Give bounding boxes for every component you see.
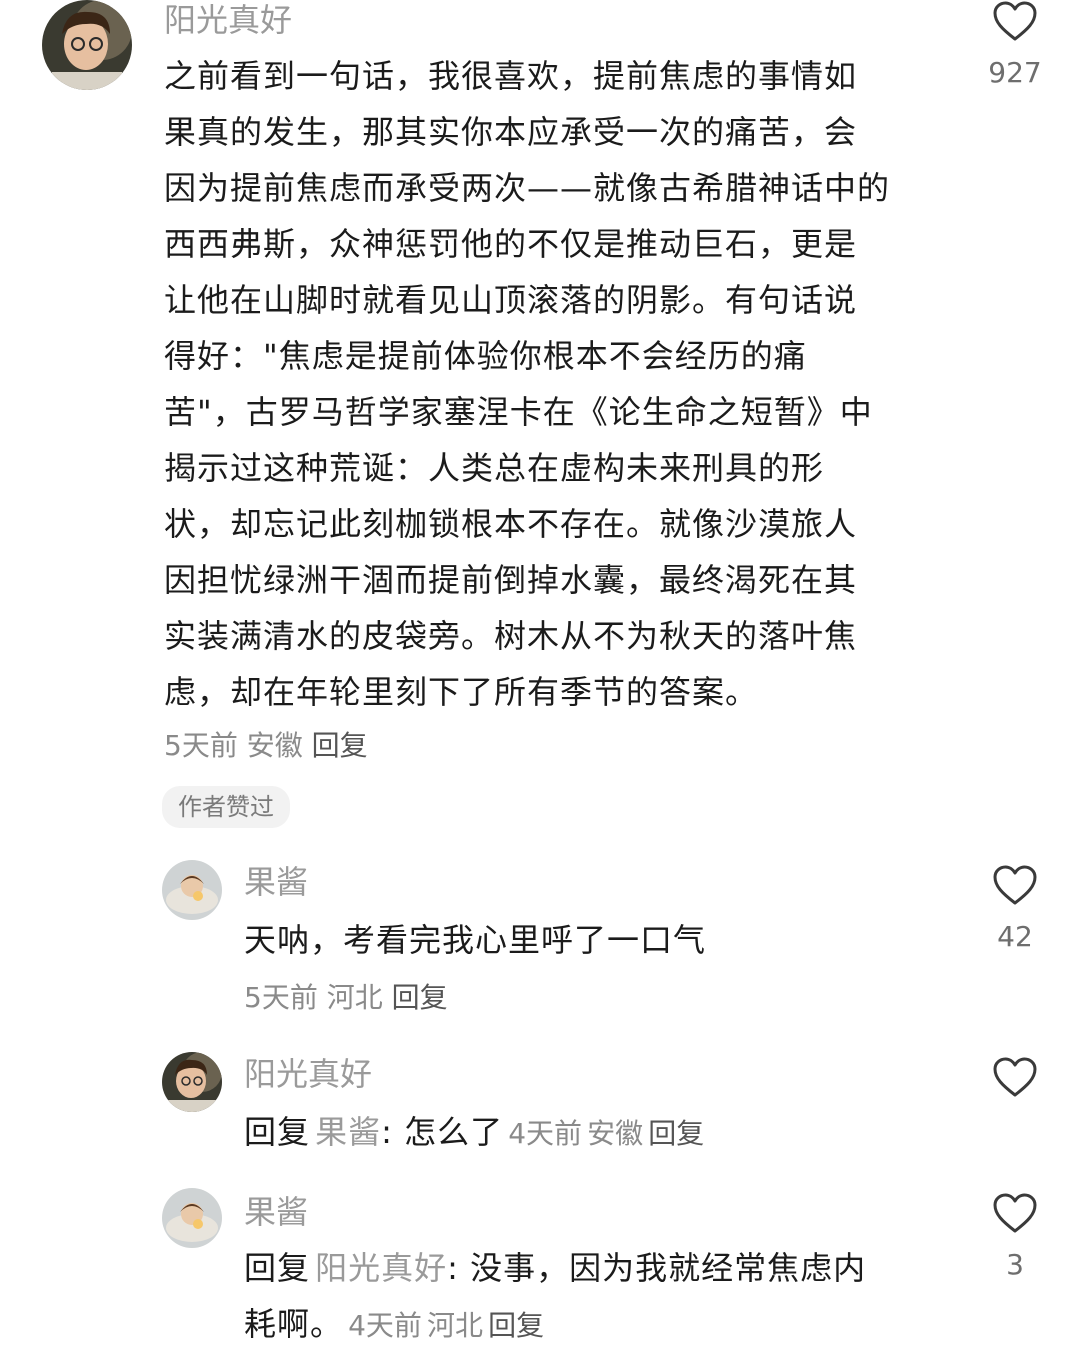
reply-body: 回复 果酱: 怎么了 4天前 安徽 回复 bbox=[244, 1104, 704, 1166]
like-count: 927 bbox=[988, 56, 1042, 89]
reply-time: 4天前 bbox=[348, 1309, 422, 1342]
comment-line: 因为提前焦虑而承受两次——就像古希腊神话中的 bbox=[164, 169, 891, 207]
like-button[interactable] bbox=[975, 0, 1055, 46]
heart-outline-icon bbox=[993, 865, 1037, 905]
comment-line: 因担忧绿洲干涸而提前倒掉水囊，最终渴死在其 bbox=[164, 561, 858, 599]
heart-outline-icon bbox=[993, 1, 1037, 41]
like-count: 3 bbox=[1006, 1248, 1024, 1281]
comment-line: 苦"，古罗马哲学家塞涅卡在《论生命之短暂》中 bbox=[164, 393, 873, 431]
heart-outline-icon bbox=[993, 1193, 1037, 1233]
reply-location: 河北 bbox=[427, 1309, 484, 1342]
comment-line: 之前看到一句话，我很喜欢，提前焦虑的事情如 bbox=[164, 57, 858, 95]
reply-location: 河北 bbox=[326, 981, 383, 1014]
comment-line: 实装满清水的皮袋旁。树木从不为秋天的落叶焦 bbox=[164, 617, 858, 655]
avatar[interactable] bbox=[162, 1188, 222, 1248]
comment-meta: 5天前 安徽 回复 bbox=[164, 726, 368, 766]
reply-username[interactable]: 阳光真好 bbox=[244, 1054, 372, 1094]
reply-prefix: 回复 bbox=[244, 1113, 311, 1151]
reply-text: : 怎么了 bbox=[381, 1113, 504, 1151]
reply-time: 5天前 bbox=[244, 981, 318, 1014]
girl-avatar-image bbox=[162, 1188, 222, 1248]
reply-button[interactable]: 回复 bbox=[488, 1309, 544, 1342]
comment-body: 之前看到一句话，我很喜欢，提前焦虑的事情如 果真的发生，那其实你本应承受一次的痛… bbox=[164, 48, 964, 720]
boy-avatar-image bbox=[42, 0, 132, 90]
comment-time: 5天前 bbox=[164, 729, 238, 762]
girl-avatar-image bbox=[162, 860, 222, 920]
heart-outline-icon bbox=[993, 1057, 1037, 1097]
comment-username[interactable]: 阳光真好 bbox=[164, 0, 292, 40]
reply-body: 天呐，考看完我心里呼了一口气 bbox=[244, 921, 707, 959]
comment-line: 状，却忘记此刻枷锁根本不存在。就像沙漠旅人 bbox=[164, 505, 858, 543]
reply-text: 耗啊。 bbox=[244, 1305, 344, 1343]
comment-line: 虑，却在年轮里刻下了所有季节的答案。 bbox=[164, 673, 759, 711]
comment-line: 揭示过这种荒诞：人类总在虚构未来刑具的形 bbox=[164, 449, 825, 487]
like-button[interactable] bbox=[975, 1192, 1055, 1238]
reply-username[interactable]: 果酱 bbox=[244, 1192, 308, 1232]
like-button[interactable] bbox=[975, 1056, 1055, 1102]
reply-location: 安徽 bbox=[587, 1117, 644, 1150]
reply-button[interactable]: 回复 bbox=[648, 1117, 704, 1150]
comment-line: 得好："焦虑是提前体验你根本不会经历的痛 bbox=[164, 337, 807, 375]
avatar[interactable] bbox=[162, 860, 222, 920]
reply-time: 4天前 bbox=[508, 1117, 583, 1150]
reply-button[interactable]: 回复 bbox=[392, 981, 448, 1014]
reply-target-username[interactable]: 果酱 bbox=[315, 1113, 381, 1151]
reply-text: : 没事，因为我就经常焦虑内 bbox=[447, 1249, 867, 1287]
reply-body-continued: 耗啊。 4天前 河北 回复 bbox=[244, 1296, 544, 1358]
comment-location: 安徽 bbox=[246, 729, 303, 762]
comment-line: 让他在山脚时就看见山顶滚落的阴影。有句话说 bbox=[164, 281, 858, 319]
reply-prefix: 回复 bbox=[244, 1249, 311, 1287]
avatar[interactable] bbox=[162, 1052, 222, 1112]
boy-avatar-image bbox=[162, 1052, 222, 1112]
reply-button[interactable]: 回复 bbox=[312, 729, 368, 762]
avatar[interactable] bbox=[42, 0, 132, 90]
reply-meta: 5天前 河北 回复 bbox=[244, 978, 448, 1018]
reply-username[interactable]: 果酱 bbox=[244, 862, 308, 902]
reply-target-username[interactable]: 阳光真好 bbox=[315, 1249, 447, 1287]
author-liked-badge: 作者赞过 bbox=[162, 786, 290, 828]
comment-line: 西西弗斯，众神惩罚他的不仅是推动巨石，更是 bbox=[164, 225, 858, 263]
like-count: 42 bbox=[997, 920, 1033, 953]
like-button[interactable] bbox=[975, 864, 1055, 910]
reply-body: 回复 阳光真好: 没事，因为我就经常焦虑内 bbox=[244, 1240, 866, 1302]
comment-line: 果真的发生，那其实你本应承受一次的痛苦，会 bbox=[164, 113, 858, 151]
